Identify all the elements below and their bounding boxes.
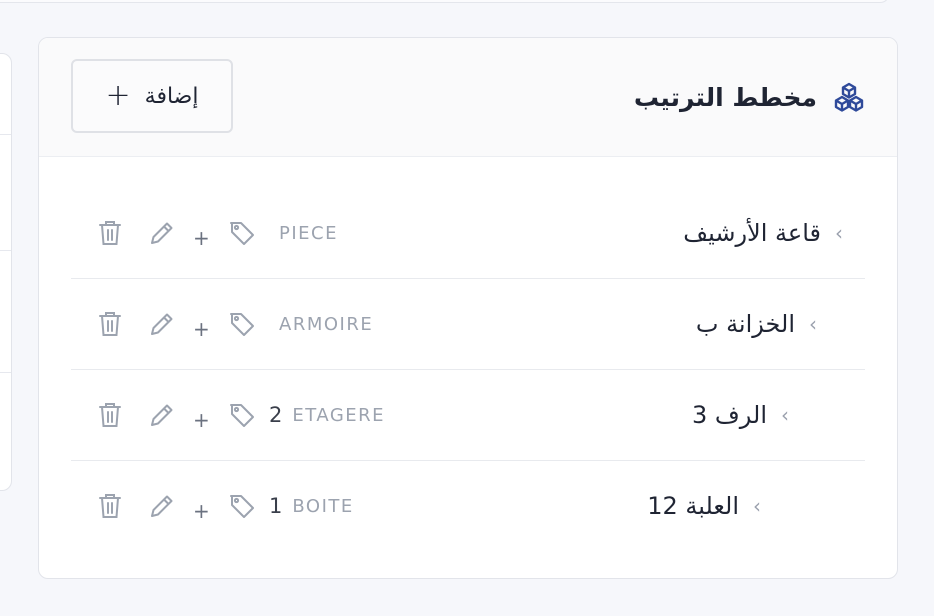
chevron-left-icon[interactable]: ‹ — [781, 405, 789, 425]
plus-icon: + — [105, 78, 131, 113]
add-button[interactable]: إضافة + — [71, 59, 233, 133]
trash-icon[interactable] — [95, 491, 125, 521]
pencil-icon[interactable] — [147, 218, 177, 248]
node-name: الخزانة ب — [695, 310, 795, 338]
tree-row: ‹ قاعة الأرشيف + PIECE — [71, 188, 865, 279]
chevron-left-icon[interactable]: ‹ — [835, 223, 843, 243]
row-actions: + 1 BOITE — [95, 461, 354, 551]
node-name: العلبة 12 — [647, 492, 739, 520]
row-actions: + 2 ETAGERE — [95, 370, 385, 460]
tree-row: ‹ الخزانة ب + ARMOIRE — [71, 279, 865, 370]
tag-icon — [227, 218, 257, 248]
page-title: مخطط الترتيب — [633, 82, 817, 112]
trash-icon[interactable] — [95, 400, 125, 430]
node-type: PIECE — [279, 222, 338, 244]
tree-node[interactable]: ‹ الخزانة ب — [696, 279, 817, 369]
node-type: ETAGERE — [292, 404, 386, 426]
tag-icon — [227, 491, 257, 521]
card-header: مخطط الترتيب إضافة + — [39, 38, 897, 157]
row-actions: + ARMOIRE — [95, 279, 373, 369]
plus-icon[interactable]: + — [193, 226, 210, 250]
tree-list: ‹ قاعة الأرشيف + PIECE ‹ الخزانة ب + ARM… — [71, 188, 865, 551]
pencil-icon[interactable] — [147, 309, 177, 339]
tree-row: ‹ العلبة 12 + 1 BOITE — [71, 461, 865, 551]
add-button-label: إضافة — [144, 83, 199, 109]
tree-node[interactable]: ‹ الرف 3 — [692, 370, 789, 460]
tag-icon — [227, 400, 257, 430]
tag-icon — [227, 309, 257, 339]
plus-icon[interactable]: + — [193, 317, 210, 341]
pencil-icon[interactable] — [147, 491, 177, 521]
pencil-icon[interactable] — [147, 400, 177, 430]
node-number: 2 — [269, 403, 283, 427]
node-name: الرف 3 — [691, 401, 767, 429]
plus-icon[interactable]: + — [193, 408, 210, 432]
tree-node[interactable]: ‹ قاعة الأرشيف — [683, 188, 843, 278]
node-type: ARMOIRE — [279, 313, 374, 335]
divider — [0, 372, 11, 373]
side-panel — [0, 53, 12, 491]
row-actions: + PIECE — [95, 188, 338, 278]
node-type: BOITE — [292, 495, 354, 517]
title-group: مخطط الترتيب — [634, 38, 865, 156]
trash-icon[interactable] — [95, 218, 125, 248]
tree-node[interactable]: ‹ العلبة 12 — [647, 461, 761, 551]
top-card — [0, 0, 890, 3]
cubes-icon — [833, 81, 865, 113]
hierarchy-card: مخطط الترتيب إضافة + ‹ قاعة الأرشيف + PI… — [38, 37, 898, 579]
tree-row: ‹ الرف 3 + 2 ETAGERE — [71, 370, 865, 461]
node-number: 1 — [269, 494, 283, 518]
divider — [0, 134, 11, 135]
chevron-left-icon[interactable]: ‹ — [809, 314, 817, 334]
trash-icon[interactable] — [95, 309, 125, 339]
divider — [0, 250, 11, 251]
chevron-left-icon[interactable]: ‹ — [753, 496, 761, 516]
plus-icon[interactable]: + — [193, 499, 210, 523]
node-name: قاعة الأرشيف — [683, 219, 821, 247]
